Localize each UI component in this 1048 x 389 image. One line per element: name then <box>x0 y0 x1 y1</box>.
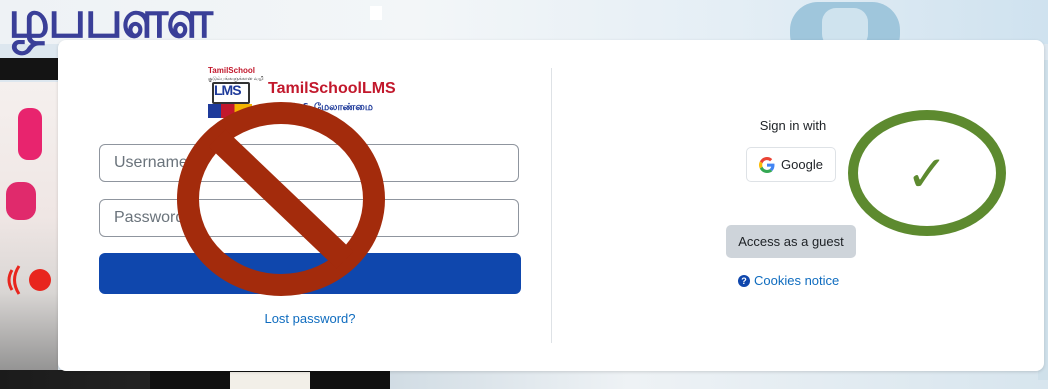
guest-access-button[interactable]: Access as a guest <box>726 225 856 258</box>
prohibited-icon <box>177 102 385 296</box>
check-mark-circle-icon: ✓ <box>848 110 1006 236</box>
cookies-notice-link[interactable]: ? Cookies notice <box>738 273 848 288</box>
google-sign-in-button[interactable]: Google <box>746 147 836 182</box>
background-sound-icon <box>6 262 54 298</box>
page: ழபபளள TamilSchool குடும்பங்களுக்கான வழி <box>0 0 1048 389</box>
sign-in-with-heading: Sign in with <box>759 118 827 133</box>
google-button-label: Google <box>781 157 823 172</box>
logo-emblem-lms: LMS <box>214 82 242 98</box>
logo-emblem-title: TamilSchool <box>208 66 255 75</box>
background-dark-block <box>0 58 58 80</box>
background-white-bar <box>370 6 382 20</box>
google-icon <box>759 156 775 173</box>
question-circle-icon: ? <box>738 274 750 287</box>
column-divider <box>551 68 552 343</box>
background-device-screen <box>230 372 310 389</box>
check-mark-icon: ✓ <box>906 145 948 203</box>
sound-waves-icon <box>7 265 51 295</box>
cookies-notice-label: Cookies notice <box>754 273 840 288</box>
lost-password-link[interactable]: Lost password? <box>99 311 521 326</box>
background-pink-shape <box>18 108 42 160</box>
background-pink-shape-2 <box>6 182 36 220</box>
logo-title: TamilSchoolLMS <box>268 80 396 97</box>
